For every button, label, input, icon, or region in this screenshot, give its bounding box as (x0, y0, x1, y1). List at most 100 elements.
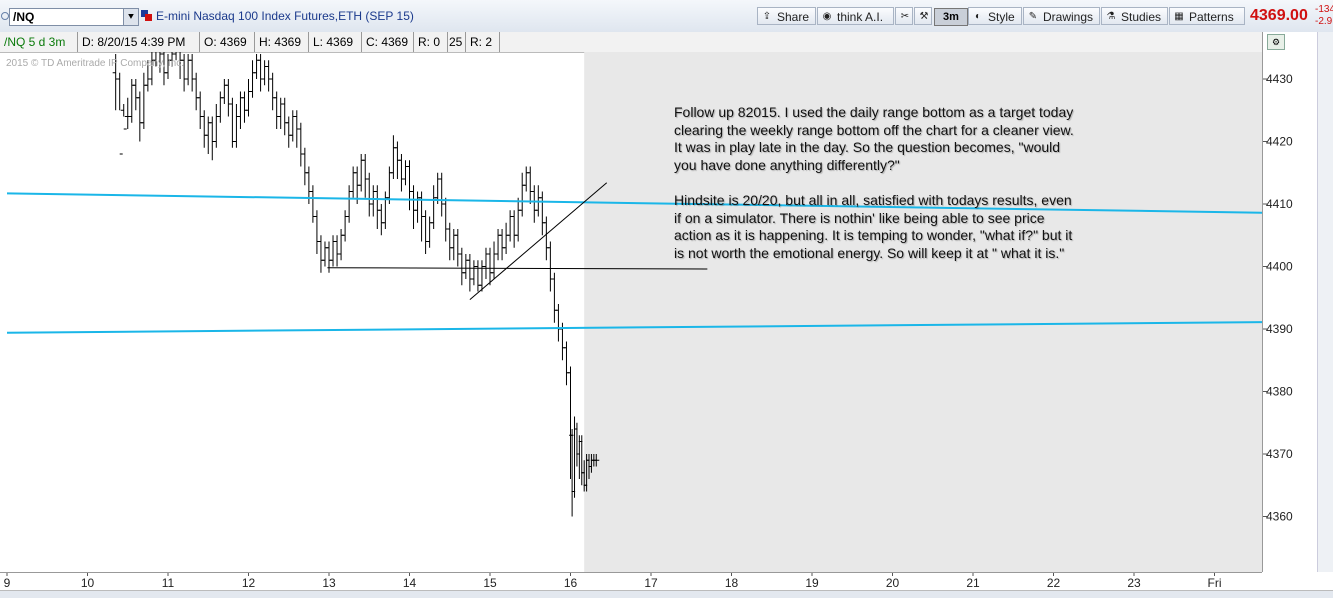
ohlc-bar (398, 154, 405, 192)
ohlc-bar (342, 210, 349, 242)
ohlc-bar (209, 116, 216, 161)
chart-settings-icon[interactable]: ⚙ (1267, 34, 1285, 50)
ohlc-bar (414, 191, 421, 223)
ohlc-bar (217, 91, 224, 123)
ohlc-bar (249, 60, 256, 98)
ohlc-bar (309, 185, 316, 223)
ohlc-bar (257, 54, 264, 92)
ohlc-bar (366, 172, 373, 217)
symbol-dropdown-icon[interactable]: ⯆ (123, 9, 138, 25)
toolbar: /NQ ⯆ E-mini Nasdaq 100 Index Futures,ET… (0, 0, 1333, 33)
drawing-tools-button[interactable]: ✂ (895, 7, 913, 25)
studies-button[interactable]: ⚗ Studies (1101, 7, 1168, 25)
ohlc-bar (438, 172, 445, 217)
x-tick-label: 17 (644, 576, 658, 590)
x-tick-label: 14 (403, 576, 417, 590)
vertical-scrollbar[interactable] (1317, 32, 1333, 572)
instrument-name[interactable]: E-mini Nasdaq 100 Index Futures,ETH (SEP… (156, 9, 414, 23)
ohlc-bar (140, 72, 147, 129)
aggregation-button[interactable]: 3m (934, 8, 968, 26)
flask-icon: ⚗ (1106, 11, 1116, 22)
chart-note[interactable]: Follow up 82015. I used the daily range … (674, 104, 1074, 280)
ohlc-bar (189, 54, 196, 92)
ohlc-bar (358, 154, 365, 192)
ohlc-bar (446, 222, 453, 261)
x-tick-label: 20 (886, 576, 900, 590)
ohlc-bar (402, 160, 409, 186)
ohlc-bar (547, 241, 554, 292)
share-label: Share (777, 10, 810, 24)
note-paragraph-2: Hindsite is 20/20, but all in all, satis… (674, 192, 1073, 261)
share-button[interactable]: ⇪ Share (757, 7, 816, 25)
ohlc-bar (507, 210, 514, 242)
x-tick-label: 13 (322, 576, 336, 590)
ohlc-bar (321, 241, 328, 267)
ohlc-bar (382, 191, 389, 229)
ohlc-bar (241, 91, 248, 123)
ohlc-bar (132, 79, 139, 111)
wrench-icon: ⚒ (919, 11, 929, 22)
ohlc-bar (495, 229, 502, 261)
x-tick-label: 23 (1127, 576, 1141, 590)
eye-icon: ◉ (822, 11, 832, 22)
ohlc-bar (519, 172, 526, 217)
y-tick-label: 4370 (1266, 447, 1293, 461)
ohlc-bar (225, 79, 232, 117)
bar-close: C: 4369 (362, 32, 414, 52)
ohlc-bar (442, 197, 449, 242)
y-tick-label: 4420 (1266, 135, 1293, 149)
x-tick-label: 11 (162, 576, 175, 590)
drawings-label: Drawings (1043, 10, 1094, 24)
x-tick-label: 10 (81, 576, 95, 590)
ohlc-bar (458, 247, 465, 286)
range-1-ticks: 25 (448, 32, 466, 52)
tools-button[interactable]: ⚒ (914, 7, 932, 25)
drawings-button[interactable]: ✎ Drawings (1023, 7, 1100, 25)
ohlc-bar (116, 72, 123, 155)
ohlc-bar (511, 210, 518, 248)
time-axis[interactable]: 91011121314151617181920212223Fri01 (0, 572, 1262, 591)
ohlc-bar (462, 254, 469, 279)
patterns-button[interactable]: ▦ Patterns (1169, 7, 1245, 25)
y-tick-label: 4360 (1266, 510, 1293, 524)
ohlc-bar (478, 260, 485, 292)
x-tick-label: 12 (242, 576, 256, 590)
ohlc-bar (285, 116, 292, 148)
ohlc-bar (362, 154, 369, 198)
chart-ticker[interactable]: /NQ 5 d 3m (0, 32, 78, 52)
ohlc-bar (515, 197, 522, 242)
link-dot-icon[interactable] (1, 12, 9, 20)
ohlc-bar (124, 97, 131, 129)
studies-label: Studies (1121, 10, 1162, 24)
ohlc-bar (487, 247, 493, 286)
y-tick-label: 4400 (1266, 260, 1293, 274)
ohlc-bar (474, 260, 481, 292)
note-paragraph-1: Follow up 82015. I used the daily range … (674, 104, 1074, 173)
ohlc-bar (563, 341, 570, 386)
ohlc-bar (205, 116, 212, 154)
ohlc-bar (245, 79, 252, 117)
scissors-icon: ✂ (900, 11, 910, 22)
ohlc-bar (555, 304, 562, 342)
ohlc-bar (450, 229, 457, 261)
ohlc-bar (136, 91, 143, 142)
ohlc-bar (378, 204, 385, 236)
x-tick-label: 16 (564, 576, 578, 590)
ohlc-bar (273, 91, 280, 129)
symbol-input[interactable]: /NQ ⯆ (9, 8, 139, 26)
ohlc-bar (426, 216, 433, 248)
x-tick-label: 21 (966, 576, 980, 590)
ohlc-bar (317, 235, 324, 273)
ohlc-bar (531, 185, 538, 223)
ohlc-bar (338, 229, 345, 261)
ohlc-bar (551, 272, 558, 323)
ohlc-bar (277, 97, 284, 129)
style-button[interactable]: ◐ Style (968, 7, 1022, 25)
y-tick-label: 4380 (1266, 385, 1293, 399)
ohlc-bar (269, 72, 276, 111)
ohlc-bar (201, 110, 208, 148)
ohlc-bar (527, 166, 534, 204)
think-ai-button[interactable]: ◉ think A.I. (817, 7, 894, 25)
ohlc-bar (229, 97, 236, 148)
think-ai-label: think A.I. (837, 10, 884, 24)
